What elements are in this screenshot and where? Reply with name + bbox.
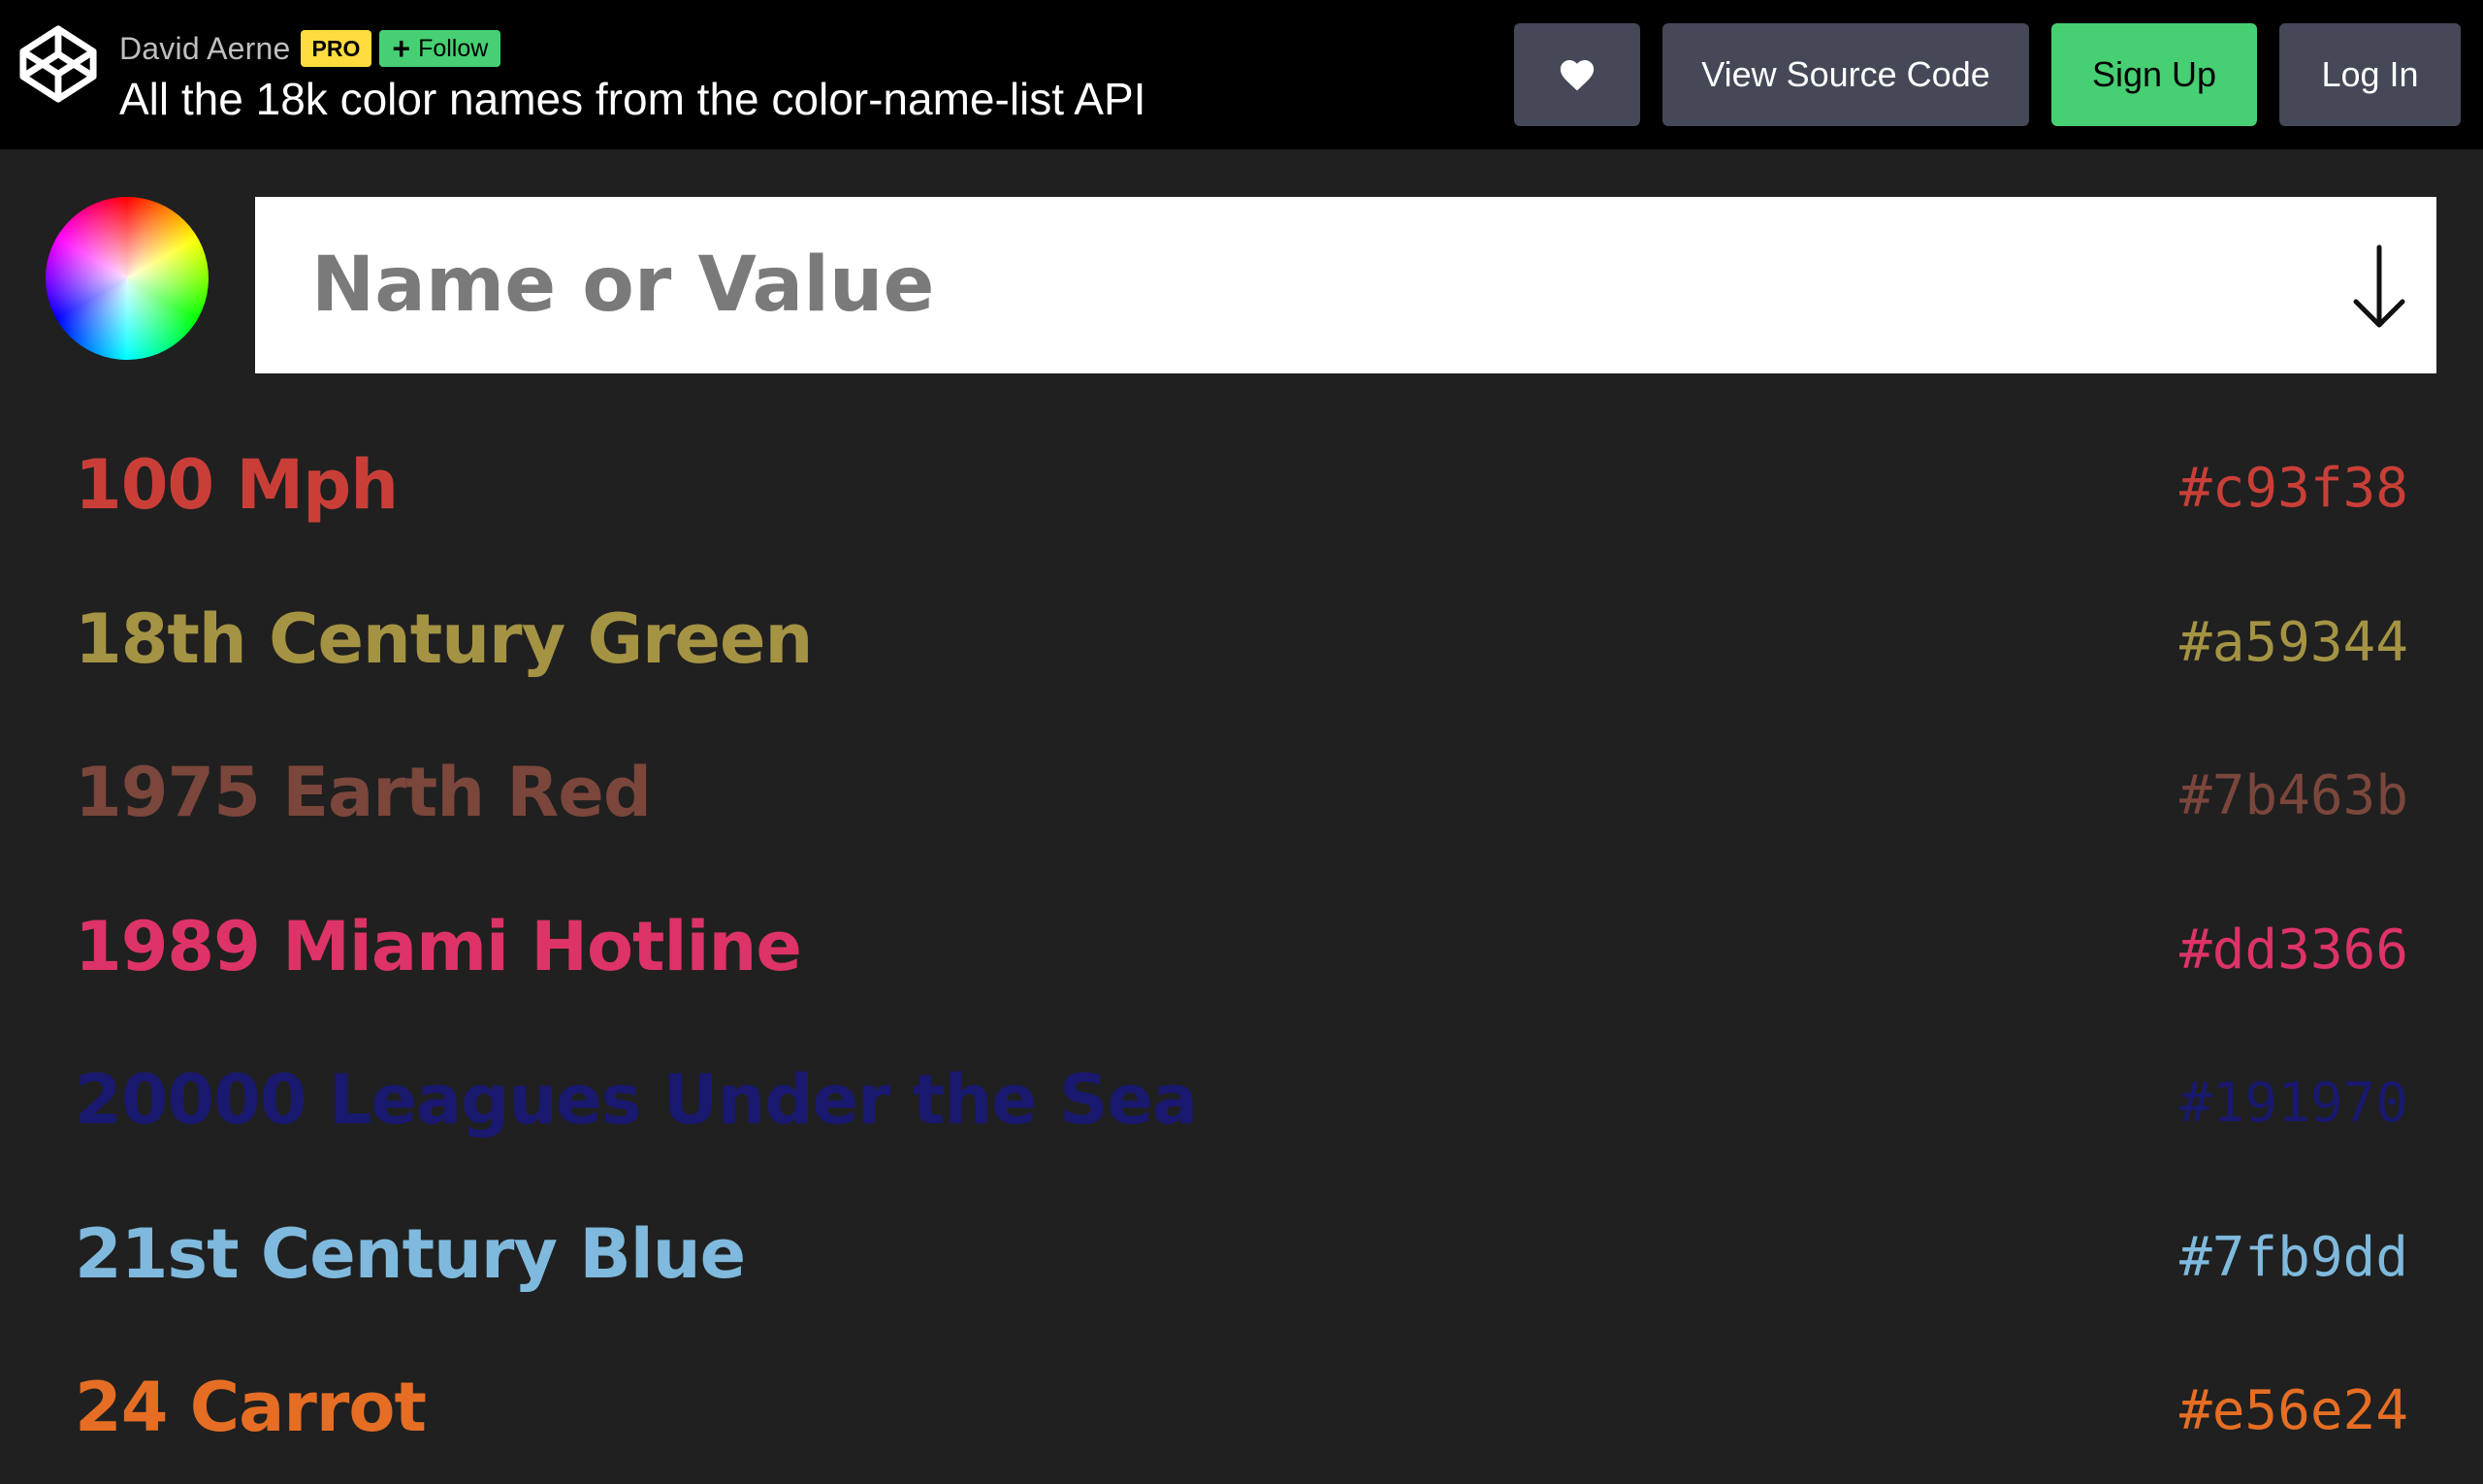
like-button[interactable] <box>1514 23 1640 126</box>
search-input[interactable] <box>311 197 2251 373</box>
color-row[interactable]: 20000 Leagues Under the Sea #191970 <box>0 1022 2483 1177</box>
signup-button[interactable]: Sign Up <box>2051 23 2257 126</box>
login-button[interactable]: Log In <box>2279 23 2461 126</box>
author-name[interactable]: David Aerne <box>119 27 291 70</box>
color-name: 24 Carrot <box>75 1368 427 1447</box>
pen-title: All the 18k color names from the color-n… <box>119 74 1146 124</box>
color-name: 20000 Leagues Under the Sea <box>75 1060 1198 1140</box>
pro-badge[interactable]: PRO <box>300 30 372 67</box>
top-bar: David Aerne PRO + Follow All the 18k col… <box>0 0 2483 149</box>
view-source-button[interactable]: View Source Code <box>1662 23 2029 126</box>
color-name: 18th Century Green <box>75 598 813 679</box>
color-hex: #7fb9dd <box>2178 1225 2408 1289</box>
follow-label: Follow <box>418 35 489 62</box>
codepen-logo-icon[interactable] <box>16 22 100 106</box>
color-row[interactable]: 21st Century Blue #7fb9dd <box>0 1177 2483 1331</box>
color-hex: #c93f38 <box>2178 457 2408 520</box>
color-wheel-icon[interactable] <box>46 197 209 360</box>
color-name: 1975 Earth Red <box>75 753 652 832</box>
color-row[interactable]: 1975 Earth Red #7b463b <box>0 715 2483 869</box>
color-list: 100 Mph #c93f38 18th Century Green #a593… <box>0 407 2483 1484</box>
color-name: 100 Mph <box>75 445 399 525</box>
plus-icon: + <box>392 31 411 66</box>
color-name: 1989 Miami Hotline <box>75 906 802 986</box>
follow-button[interactable]: + Follow <box>379 30 501 67</box>
color-hex: #7b463b <box>2178 764 2408 827</box>
color-row[interactable]: 24 Carrot #e56e24 <box>0 1330 2483 1484</box>
color-row[interactable]: 1989 Miami Hotline #dd3366 <box>0 869 2483 1023</box>
color-hex: #dd3366 <box>2178 918 2408 982</box>
author-row: David Aerne PRO + Follow <box>119 27 501 70</box>
color-row[interactable]: 100 Mph #c93f38 <box>0 407 2483 562</box>
search-box <box>255 197 2436 373</box>
color-hex: #a59344 <box>2178 610 2408 674</box>
color-name: 21st Century Blue <box>75 1213 746 1294</box>
arrow-down-icon[interactable] <box>2331 238 2428 335</box>
heart-icon <box>1560 59 1595 91</box>
color-row[interactable]: 18th Century Green #a59344 <box>0 562 2483 716</box>
color-hex: #191970 <box>2178 1072 2408 1135</box>
color-hex: #e56e24 <box>2178 1379 2408 1442</box>
